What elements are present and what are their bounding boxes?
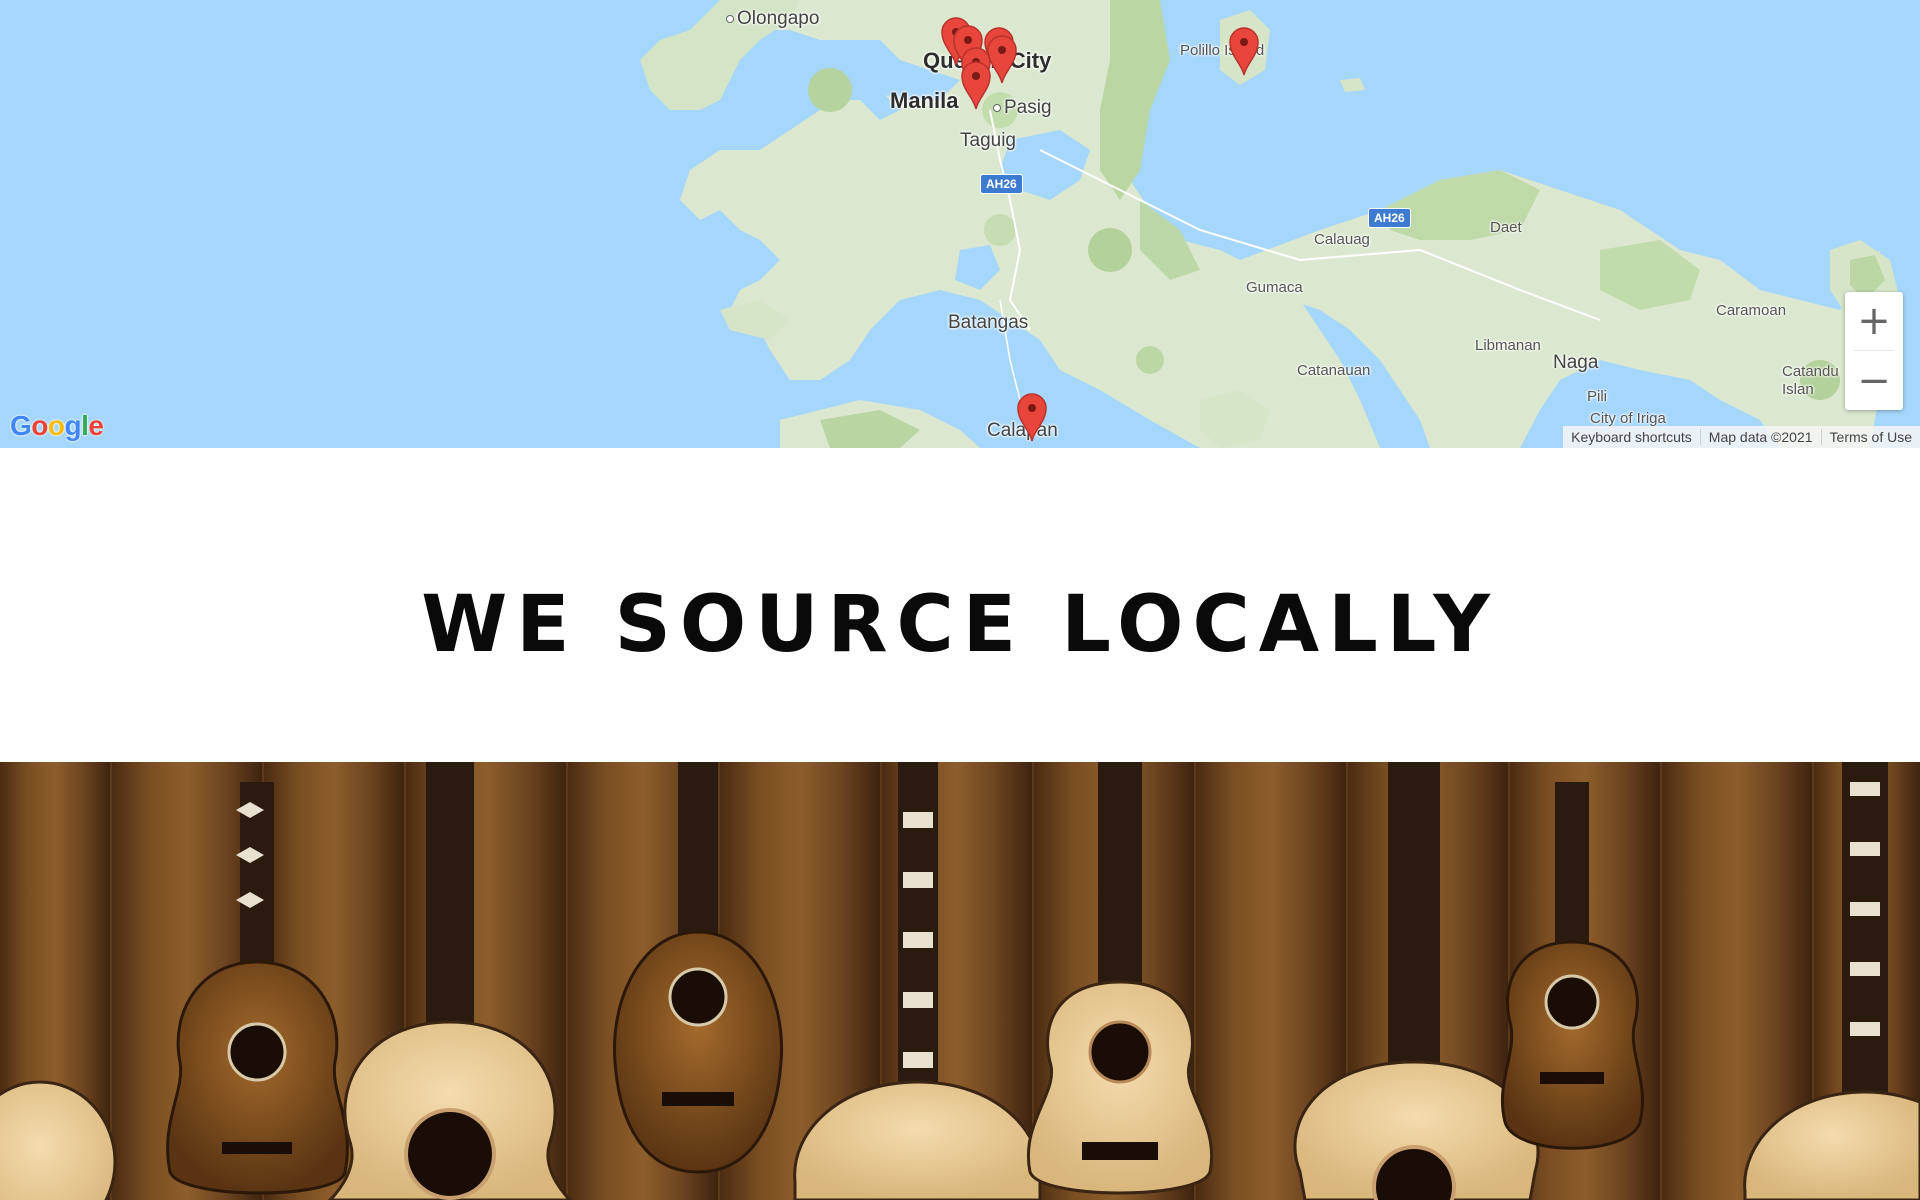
zoom-divider — [1854, 350, 1894, 351]
place-olongapo: Olongapo — [726, 8, 819, 30]
place-catanduanes: Catandu Islan — [1782, 363, 1839, 398]
place-naga: Naga — [1553, 352, 1599, 373]
place-catanauan: Catanauan — [1297, 362, 1371, 379]
map-marker-icon[interactable] — [1228, 26, 1260, 76]
zoom-out-button[interactable]: − — [1845, 352, 1903, 410]
keyboard-shortcuts-link[interactable]: Keyboard shortcuts — [1563, 429, 1700, 445]
guitars-illustration — [0, 762, 1920, 1200]
place-batangas: Batangas — [948, 312, 1029, 333]
place-label: Pasig — [1004, 97, 1052, 118]
google-logo[interactable]: Google — [10, 410, 104, 442]
guitar-banner-image — [0, 762, 1920, 1200]
zoom-in-button[interactable]: + — [1845, 292, 1903, 350]
page-heading: WE SOURCE LOCALLY — [421, 580, 1499, 670]
minus-icon: − — [1857, 358, 1891, 404]
zoom-controls: + − — [1845, 292, 1903, 410]
place-taguig: Taguig — [960, 130, 1016, 151]
place-libmanan: Libmanan — [1475, 337, 1541, 354]
headline-section: WE SOURCE LOCALLY — [0, 448, 1920, 762]
place-dot-icon — [993, 103, 1001, 112]
plus-icon: + — [1857, 298, 1891, 344]
map-data-text: Map data ©2021 — [1699, 429, 1821, 445]
place-caramoan: Caramoan — [1716, 302, 1787, 319]
place-city-of-iriga: City of Iriga — [1590, 410, 1666, 427]
place-gumaca: Gumaca — [1246, 279, 1303, 296]
place-daet: Daet — [1490, 219, 1522, 236]
terms-of-use-link[interactable]: Terms of Use — [1820, 429, 1920, 445]
place-calauag: Calauag — [1314, 231, 1370, 248]
route-shield-ah26: AH26 — [980, 174, 1023, 194]
map-attribution: Keyboard shortcuts Map data ©2021 Terms … — [1563, 426, 1920, 448]
map-marker-icon[interactable] — [1016, 392, 1048, 442]
place-manila: Manila — [890, 88, 959, 113]
map-marker-icon[interactable] — [960, 60, 992, 110]
place-pasig: Pasig — [993, 97, 1052, 119]
place-pili: Pili — [1587, 388, 1608, 405]
place-label: Olongapo — [737, 8, 820, 29]
route-shield-ah26: AH26 — [1368, 208, 1411, 228]
place-dot-icon — [726, 14, 734, 23]
location-map[interactable]: Olongapo Quezon City Manila Pasig Taguig… — [0, 0, 1920, 448]
